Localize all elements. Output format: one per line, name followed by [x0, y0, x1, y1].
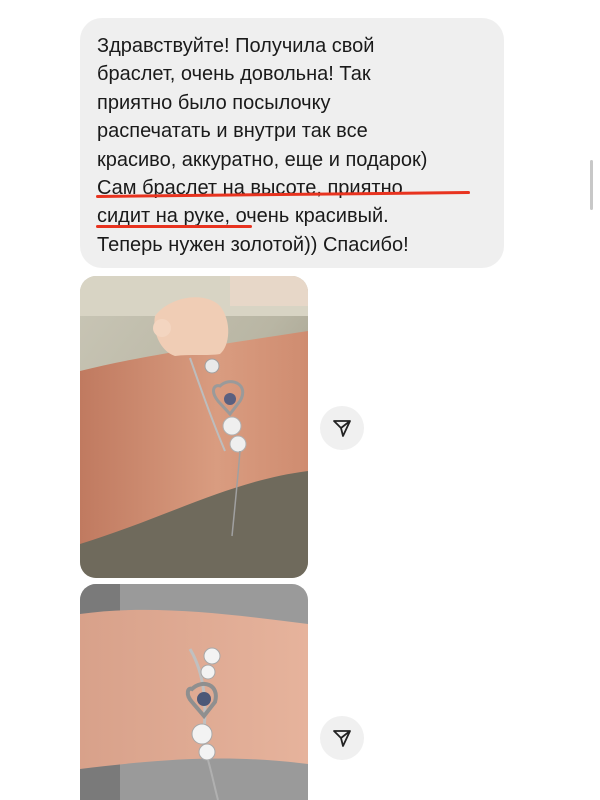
bracelet-photo-1[interactable] — [80, 276, 308, 578]
message-line: Здравствуйте! Получила свой — [97, 35, 375, 57]
message-line: распечатать и внутри так все — [97, 120, 368, 143]
share-button[interactable] — [320, 406, 364, 450]
bracelet-photo-2[interactable] — [80, 584, 308, 800]
send-icon — [333, 730, 351, 747]
message-line: красиво, аккуратно, еще и подарок) — [97, 148, 428, 171]
send-icon — [333, 420, 351, 437]
highlight-underline — [96, 225, 252, 228]
message-bubble: Здравствуйте! Получила свой браслет, оче… — [80, 18, 504, 268]
scrollbar[interactable] — [590, 160, 593, 210]
message-line: браслет, очень довольна! Так — [97, 63, 371, 86]
message-line: приятно было посылочку — [97, 91, 331, 114]
message-line: Сам браслет на высоте, приятно — [97, 177, 403, 200]
message-line: Теперь нужен золотой)) Спасибо! — [97, 233, 409, 256]
share-button[interactable] — [320, 716, 364, 760]
